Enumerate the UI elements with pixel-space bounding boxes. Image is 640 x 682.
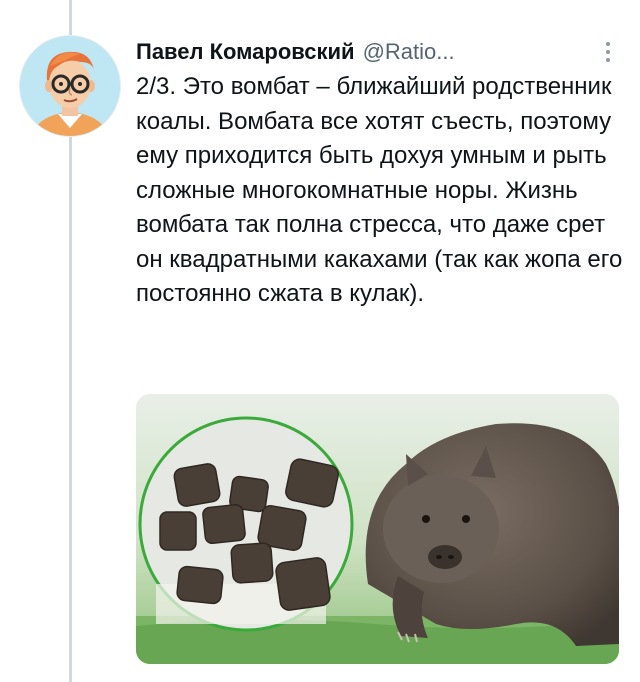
- author-handle[interactable]: @Ratio...: [363, 39, 455, 65]
- tweet-text: 2/3. Это вомбат – ближайший родственник …: [136, 73, 623, 307]
- author-name[interactable]: Павел Комаровский: [136, 39, 355, 65]
- tweet-header: Павел Комаровский @Ratio...: [136, 34, 620, 70]
- avatar-illustration: [20, 36, 120, 136]
- wombat-photo: [136, 394, 619, 664]
- more-vertical-icon[interactable]: [596, 38, 620, 66]
- author-avatar[interactable]: [20, 36, 120, 136]
- tweet-media-image[interactable]: [136, 394, 619, 664]
